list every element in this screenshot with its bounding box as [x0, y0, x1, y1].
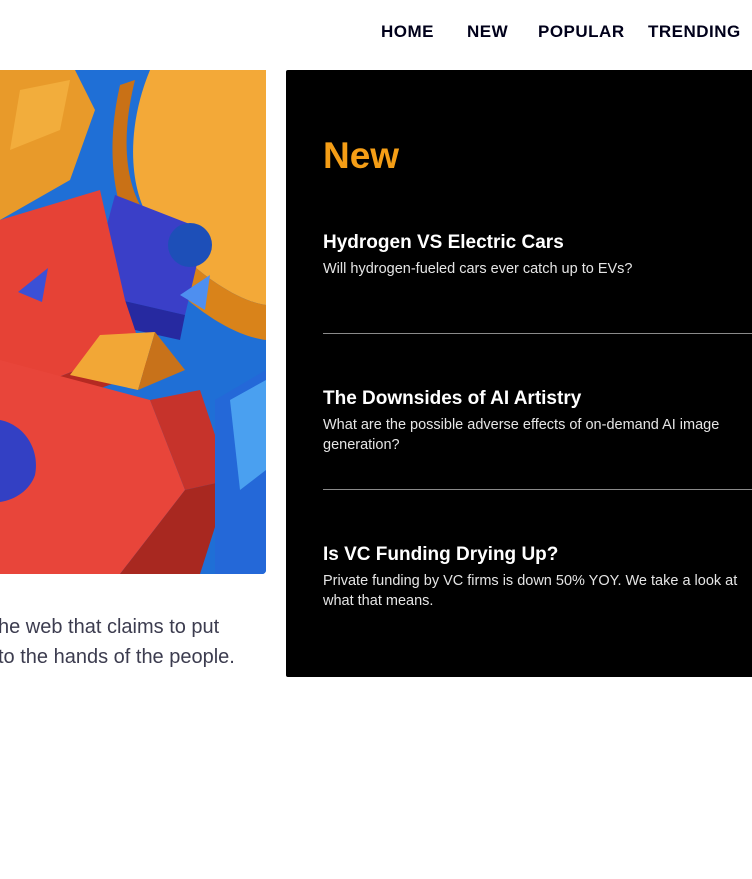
- article-divider: [323, 489, 752, 490]
- article-summary: Will hydrogen-fueled cars ever catch up …: [323, 261, 633, 277]
- site-header: HOME NEW POPULAR TRENDING: [0, 0, 752, 70]
- article-item[interactable]: Hydrogen VS Electric Cars Will hydrogen-…: [323, 230, 752, 279]
- article-item[interactable]: The Downsides of AI Artistry What are th…: [323, 386, 752, 455]
- new-section-title: New: [323, 135, 400, 176]
- article-summary: Private funding by VC firms is down 50% …: [323, 573, 738, 609]
- new-articles-panel: New Hydrogen VS Electric Cars Will hydro…: [286, 70, 752, 677]
- intro-line-1: he web that claims to put: [0, 616, 220, 638]
- intro-line-2: to the hands of the people.: [0, 646, 235, 668]
- nav-trending-link[interactable]: TRENDING: [648, 18, 741, 46]
- article-title[interactable]: Is VC Funding Drying Up?: [323, 542, 752, 568]
- nav-popular-link[interactable]: POPULAR: [538, 18, 625, 46]
- article-summary: What are the possible adverse effects of…: [323, 417, 720, 453]
- article-item[interactable]: Is VC Funding Drying Up? Private funding…: [323, 542, 752, 611]
- article-divider: [323, 333, 752, 334]
- main-nav: HOME NEW POPULAR TRENDING: [0, 18, 752, 46]
- nav-home-link[interactable]: HOME: [381, 18, 434, 46]
- article-title[interactable]: Hydrogen VS Electric Cars: [323, 230, 752, 256]
- abstract-blocks-illustration: [0, 70, 266, 574]
- nav-new-link[interactable]: NEW: [467, 18, 508, 46]
- hero-image: [0, 70, 266, 574]
- article-title[interactable]: The Downsides of AI Artistry: [323, 386, 752, 412]
